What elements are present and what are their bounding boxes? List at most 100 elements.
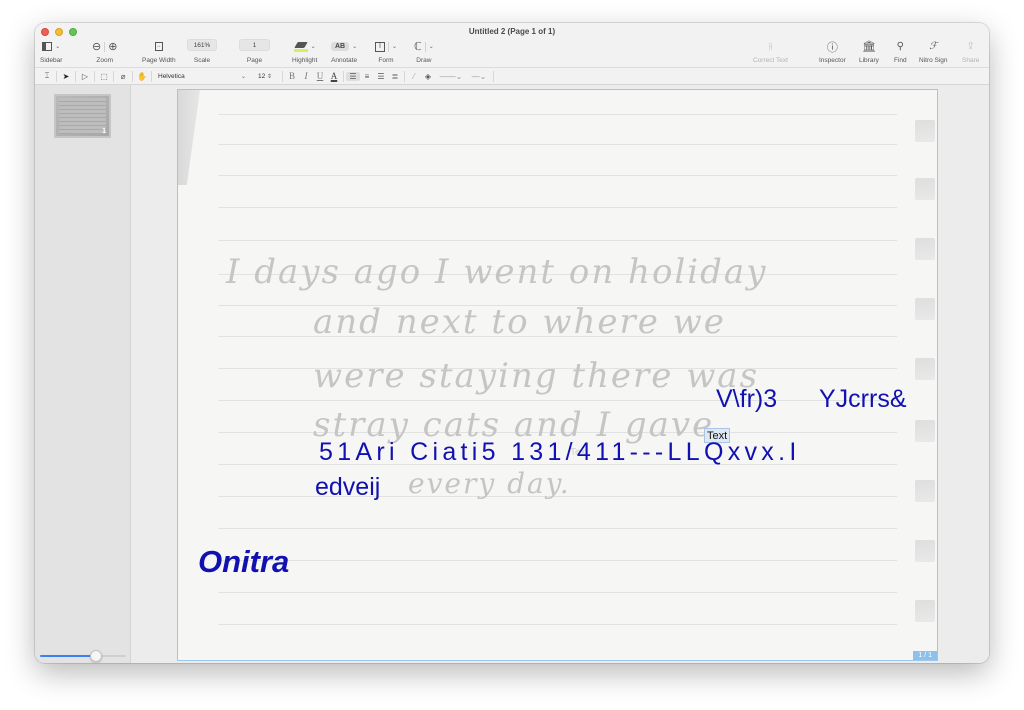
text-select-tool-icon[interactable]: ⌶	[40, 71, 54, 81]
page-field[interactable]: 1	[239, 39, 270, 51]
line-style-select[interactable]: —⌄	[467, 72, 491, 81]
object-select-tool-icon[interactable]: ▷	[78, 72, 92, 81]
align-left-button[interactable]: ☰	[346, 71, 360, 81]
scale-control: 161% Scale	[187, 39, 217, 64]
ocr-text-line2[interactable]: 51Ari Ciati5 131/411---LLQxvx.I	[319, 438, 801, 467]
stepper-icon: ⇕	[267, 73, 273, 80]
chevron-down-icon[interactable]: ⌄	[352, 43, 357, 50]
notebook-ring	[915, 420, 935, 442]
font-family-value: Helvetica	[158, 72, 185, 80]
handwriting-line: and next to where we	[313, 302, 726, 342]
ocr-text-line1-left[interactable]: V\fr)3	[716, 385, 777, 414]
highlight-button[interactable]: ⌄ Highlight	[292, 39, 317, 64]
font-family-select[interactable]: Helvetica ⌄	[154, 73, 250, 80]
separator	[404, 70, 405, 82]
separator	[282, 70, 283, 82]
nitro-sign-button[interactable]: ℱ Nitro Sign	[919, 39, 948, 64]
zoom-out-icon[interactable]: ⊖	[92, 40, 101, 53]
thumbnail-sidebar: 1	[35, 85, 131, 663]
chevron-down-icon: ⌄	[55, 44, 61, 50]
find-button[interactable]: ⚲ Find	[894, 39, 907, 64]
highlight-label: Highlight	[292, 57, 318, 64]
ruled-line	[218, 240, 897, 241]
notebook-ring	[915, 358, 935, 380]
hand-tool-icon[interactable]: ✋	[135, 72, 149, 81]
ruled-line	[218, 400, 897, 401]
separator	[94, 70, 95, 82]
ocr-text-line3[interactable]: edveij	[315, 473, 380, 502]
zoom-label: Zoom	[96, 57, 114, 64]
separator	[104, 41, 106, 52]
notebook-ring	[915, 120, 935, 142]
slider-knob[interactable]	[89, 650, 102, 662]
thumbnail-size-slider[interactable]	[40, 650, 126, 662]
correct-text-label: Correct Text	[753, 57, 788, 64]
ruled-line	[218, 207, 897, 208]
highlighter-icon	[293, 41, 308, 52]
sidebar-icon	[42, 42, 53, 51]
underline-button[interactable]: U	[313, 71, 327, 81]
ruled-line	[218, 114, 897, 115]
separator	[151, 70, 152, 82]
annotate-button[interactable]: AB ⌄ Annotate	[331, 39, 357, 64]
chevron-down-icon[interactable]: ⌄	[429, 43, 434, 50]
scale-field[interactable]: 161%	[187, 39, 217, 51]
library-button[interactable]: 🏛 Library	[859, 39, 879, 64]
pdf-page[interactable]: I days ago I went on holiday and next to…	[177, 89, 938, 661]
scale-label: Scale	[193, 57, 211, 64]
notebook-ring	[915, 480, 935, 502]
share-button[interactable]: ⇪ Share	[962, 39, 979, 64]
italic-button[interactable]: I	[299, 71, 313, 81]
library-building-icon: 🏛	[861, 41, 876, 53]
find-label: Find	[894, 57, 907, 64]
fill-color-icon[interactable]: ◈	[421, 72, 435, 81]
separator	[75, 70, 76, 82]
ocr-signature-text[interactable]: Onitra	[198, 544, 289, 580]
share-icon: ⇪	[966, 41, 975, 52]
font-size-select[interactable]: 12 ⇕	[250, 73, 280, 80]
chevron-down-icon[interactable]: ⌄	[311, 43, 316, 50]
align-center-button[interactable]: ≡	[360, 72, 374, 81]
line-color-icon[interactable]: ⁄	[407, 72, 421, 81]
titlebar: Untitled 2 (Page 1 of 1) ⌄ Sidebar ⊖ ⊕ Z…	[35, 23, 989, 68]
library-label: Library	[859, 57, 879, 64]
align-justify-button[interactable]: ≣	[388, 72, 402, 81]
page-shadow	[178, 90, 200, 185]
draw-pen-icon: ℂ	[414, 41, 422, 53]
page-thumbnail[interactable]: 1	[54, 94, 111, 138]
thumbnail-page-number: 1	[102, 128, 106, 135]
chevron-down-icon[interactable]: ⌄	[392, 43, 397, 50]
slider-fill	[40, 655, 96, 657]
app-window: Untitled 2 (Page 1 of 1) ⌄ Sidebar ⊖ ⊕ Z…	[35, 23, 989, 663]
form-button[interactable]: I ⌄ Form	[375, 39, 397, 64]
font-size-value: 12	[257, 72, 266, 80]
marquee-select-tool-icon[interactable]: ⬚	[97, 72, 111, 81]
zoom-in-icon[interactable]: ⊕	[108, 40, 117, 53]
text-color-button[interactable]: A	[327, 71, 341, 81]
handwriting-line: I days ago I went on holiday	[226, 252, 768, 292]
chevron-down-icon: ⌄	[240, 73, 246, 80]
format-toolbar: ⌶ ➤ ▷ ⬚ ⌀ ✋ Helvetica ⌄ 12 ⇕ B I U A ☰ ≡…	[35, 68, 989, 85]
draw-button[interactable]: ℂ ⌄ Draw	[414, 39, 434, 64]
search-icon: ⚲	[896, 41, 904, 52]
page-label: Page	[246, 57, 263, 64]
zoom-control: ⊖ ⊕ Zoom	[92, 39, 117, 64]
notebook-ring	[915, 298, 935, 320]
line-weight-select[interactable]: ——⌄	[435, 72, 467, 81]
handwriting-line: every day.	[408, 467, 571, 500]
page-width-button[interactable]: ↔ Page Width	[142, 39, 176, 64]
bold-button[interactable]: B	[285, 71, 299, 81]
page-width-icon: ↔	[154, 42, 163, 51]
notebook-ring	[915, 238, 935, 260]
form-field-icon: I	[375, 41, 385, 52]
eraser-tool-icon[interactable]: ⌀	[116, 72, 130, 81]
correct-text-button[interactable]: ⫲ Correct Text	[753, 39, 788, 64]
align-right-button[interactable]: ☰	[374, 72, 388, 81]
arrow-select-tool-icon[interactable]: ➤	[59, 72, 73, 81]
sidebar-button[interactable]: ⌄ Sidebar	[40, 39, 62, 64]
inspector-button[interactable]: ⓘ Inspector	[819, 39, 846, 65]
annotate-icon: AB	[331, 42, 350, 51]
ruled-line	[218, 592, 897, 593]
ocr-text-line1-right[interactable]: YJcrrs&	[819, 385, 907, 414]
ruled-line	[218, 144, 897, 145]
